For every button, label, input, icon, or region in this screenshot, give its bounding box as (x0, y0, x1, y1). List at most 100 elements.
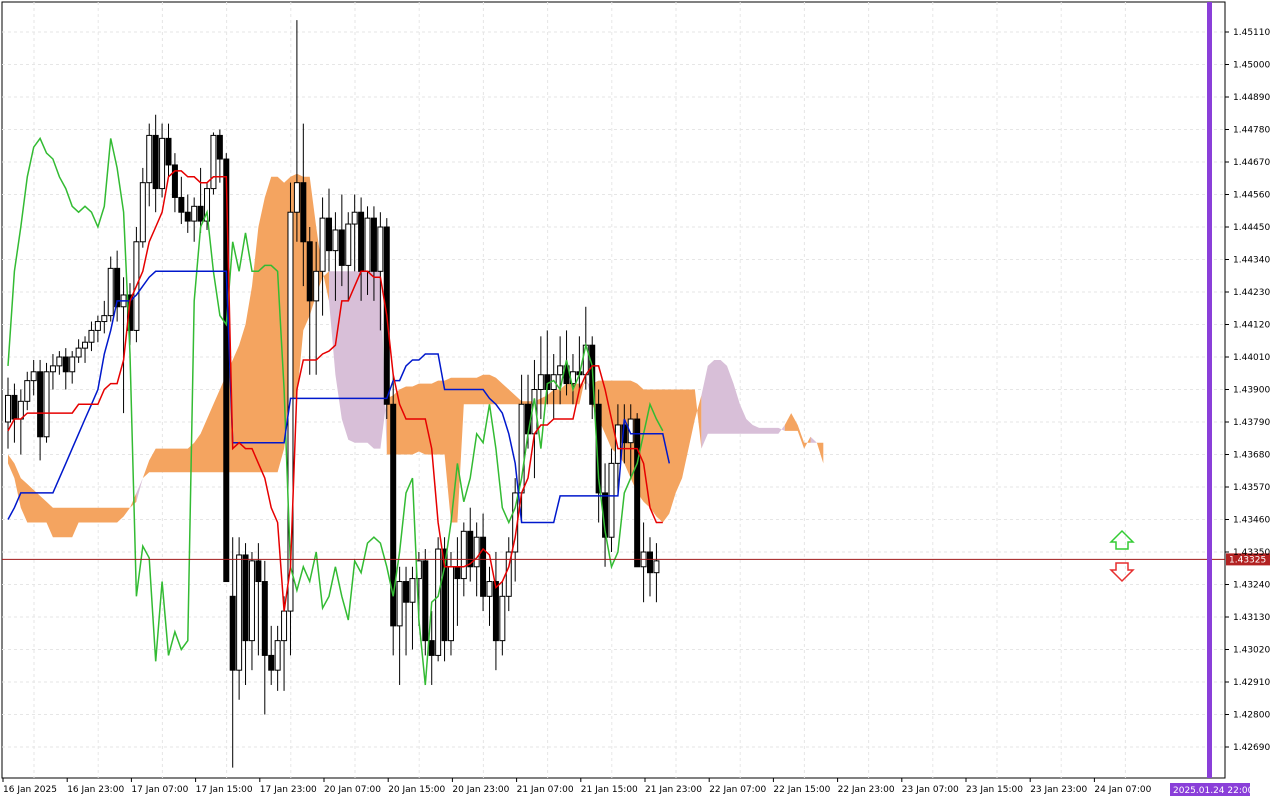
candle-bear (428, 640, 435, 656)
candle-bull (557, 365, 564, 376)
y-tick-label: 1.43790 (1233, 418, 1270, 428)
y-tick-label: 1.42800 (1233, 711, 1270, 721)
candle-bear (178, 196, 185, 213)
candle-bear (216, 134, 223, 160)
x-tick-label: 24 Jan 07:00 (1094, 785, 1151, 795)
candle-bull (435, 548, 442, 656)
candle-bull (377, 226, 384, 272)
candle-bull (107, 267, 114, 317)
candle-bear (184, 211, 191, 222)
candle-bull (88, 329, 95, 343)
candle-bear (229, 595, 236, 671)
y-tick-label: 1.43680 (1233, 451, 1270, 461)
candle-bull (139, 182, 146, 243)
y-tick-label: 1.44340 (1233, 256, 1270, 266)
candle-bull (43, 371, 50, 438)
candle-bull (30, 371, 37, 382)
x-tick-label: 21 Jan 07:00 (517, 785, 574, 795)
y-tick-label: 1.42690 (1233, 743, 1270, 753)
x-tick-label: 22 Jan 23:00 (838, 785, 895, 795)
y-tick-label: 1.43130 (1233, 613, 1270, 623)
kumo-bearish (329, 271, 387, 455)
candle-bull (274, 640, 281, 671)
arrow-down-icon (1109, 562, 1135, 583)
y-tick-label: 1.44670 (1233, 158, 1270, 168)
candle-bear (370, 217, 377, 272)
x-tick-label: 16 Jan 2025 (3, 785, 57, 795)
candle-bull (614, 424, 621, 464)
kumo-bullish (8, 454, 137, 538)
x-tick-label: 23 Jan 15:00 (966, 785, 1023, 795)
candle-bull (146, 134, 153, 184)
candle-bear (197, 205, 204, 222)
signal-arrows (1109, 529, 1135, 583)
candle-bear (300, 182, 307, 243)
candle-bull (653, 560, 660, 574)
y-tick-label: 1.42910 (1233, 678, 1270, 688)
candle-bear (422, 560, 429, 642)
x-tick-label: 16 Jan 23:00 (67, 785, 124, 795)
candle-bull (159, 137, 166, 190)
y-tick-label: 1.43900 (1233, 386, 1270, 396)
candle-bull (313, 270, 320, 302)
candle-bull (319, 217, 326, 272)
x-tick-label: 23 Jan 07:00 (902, 785, 959, 795)
x-tick-label: 20 Jan 07:00 (324, 785, 381, 795)
candle-bull (101, 315, 108, 323)
candle-bear (306, 241, 313, 302)
time-marker-line-group: 2025.01.24 22:00 (1170, 2, 1254, 796)
kumo-bearish (810, 436, 817, 443)
y-tick-label: 1.44230 (1233, 288, 1270, 298)
y-tick-label: 1.45000 (1233, 61, 1270, 71)
candle-bull (191, 205, 198, 222)
kumo-bullish (386, 374, 586, 523)
x-tick-label: 20 Jan 15:00 (388, 785, 445, 795)
x-tick-label: 17 Jan 23:00 (260, 785, 317, 795)
ichimoku-candlestick-chart: 1.43325 2025.01.24 22:00 1.451101.450001… (1, 1, 1270, 796)
candle-bull (49, 365, 56, 373)
x-tick-label: 21 Jan 23:00 (645, 785, 702, 795)
candle-bear (268, 654, 275, 671)
candle-bear (525, 403, 532, 435)
candle-bear (634, 418, 641, 568)
candle-bear (242, 554, 249, 642)
candle-bull (236, 554, 243, 671)
time-marker-line[interactable] (1207, 2, 1212, 778)
candle-bear (480, 536, 487, 597)
kumo-bearish (701, 360, 785, 449)
candle-bull (69, 356, 76, 373)
y-tick-label: 1.44890 (1233, 93, 1270, 103)
candle-bull (499, 595, 506, 642)
y-tick-label: 1.43570 (1233, 483, 1270, 493)
candle-bull (473, 536, 480, 568)
y-tick-label: 1.43460 (1233, 516, 1270, 526)
kumo-bullish (784, 413, 811, 449)
candle-bull (210, 134, 217, 190)
candle-bear (255, 560, 262, 583)
candle-bear (11, 394, 18, 420)
candle-bull (281, 610, 288, 642)
candle-bull (486, 581, 493, 597)
candle-bull (447, 566, 454, 642)
candle-bull (24, 380, 31, 402)
time-axis[interactable]: 16 Jan 2025 16 Jan 23:00 17 Jan 07:00 17 Ja… (2, 778, 1152, 795)
candle-bear (37, 371, 44, 438)
candle-bull (460, 530, 467, 580)
candle-bull (332, 229, 339, 252)
chart-container: 1.43325 2025.01.24 22:00 1.45110 1.45000 1… (0, 0, 1280, 800)
candle-bull (94, 321, 101, 331)
y-tick-label: 1.44560 (1233, 191, 1270, 201)
candle-bear (492, 581, 499, 642)
y-tick-label: 1.45110 (1233, 28, 1270, 38)
y-tick-label: 1.43350 (1233, 548, 1270, 558)
candle-bear (171, 164, 178, 198)
arrow-up-icon (1109, 529, 1135, 550)
candle-bull (75, 347, 82, 358)
y-tick-label: 1.43240 (1233, 581, 1270, 591)
price-axis[interactable]: 1.45110 1.45000 1.44890 1.44780 1.44670 1.445… (1225, 28, 1270, 753)
candle-bear (165, 137, 172, 166)
candle-bull (537, 374, 544, 390)
x-tick-label: 17 Jan 15:00 (196, 785, 253, 795)
x-tick-label: 17 Jan 07:00 (131, 785, 188, 795)
y-tick-label: 1.43020 (1233, 646, 1270, 656)
